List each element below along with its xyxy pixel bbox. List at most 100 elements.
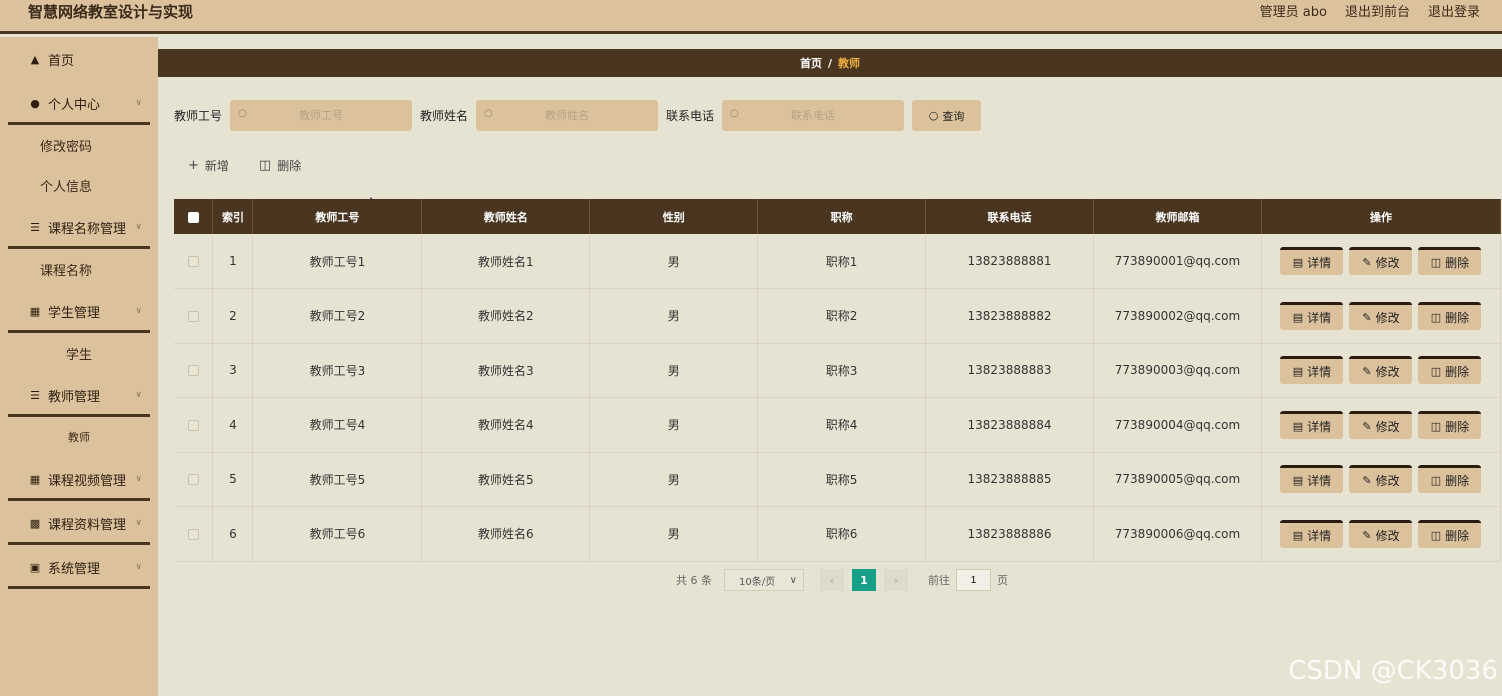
email-cell: 773890003@qq.com <box>1093 343 1262 398</box>
sidebar-item-label: 首页 <box>48 53 75 69</box>
trash-icon: ◫ <box>1430 474 1442 488</box>
sidebar-subitem-teacher[interactable]: 教师 <box>0 417 158 457</box>
sidebar-item-personal-center[interactable]: ● 个人中心 ∨ <box>0 81 158 125</box>
row-checkbox[interactable] <box>187 419 199 431</box>
row-select-cell <box>174 452 214 507</box>
home-icon: ▲ <box>30 52 40 66</box>
teacher-no-cell: 教师工号1 <box>252 234 423 289</box>
phone-cell: 13823888884 <box>925 397 1094 453</box>
detail-button-label: 详情 <box>1307 365 1332 380</box>
document-icon: ▤ <box>1292 419 1304 433</box>
pencil-icon: ✎ <box>1362 256 1372 269</box>
row-select-cell <box>174 343 214 398</box>
query-button[interactable]: ○ 查询 <box>912 100 982 131</box>
sidebar-item-teacher-mgmt[interactable]: ☰ 教师管理 ∨ <box>0 373 158 417</box>
pencil-icon: ✎ <box>1362 310 1372 324</box>
row-select-cell <box>174 397 214 453</box>
edit-button[interactable]: ✎ 修改 <box>1349 247 1413 275</box>
detail-button-label: 详情 <box>1307 256 1332 270</box>
sidebar-item-course-name-mgmt[interactable]: ☰ 课程名称管理 ∨ <box>0 205 158 249</box>
column-header: 索引 <box>212 199 254 234</box>
sidebar-subitem-personal-info[interactable]: 个人信息 <box>0 165 158 205</box>
teacher-name-field: ○ <box>476 100 659 131</box>
phone-input[interactable] <box>722 100 905 131</box>
chevron-down-icon: ∨ <box>135 562 142 572</box>
delete-button[interactable]: ◫ 删除 <box>1418 247 1482 275</box>
sidebar-item-course-video-mgmt[interactable]: ▦ 课程视频管理 ∨ <box>0 457 158 501</box>
sidebar-item-label: 学生管理 <box>48 305 101 321</box>
trash-icon: ◫ <box>1430 365 1442 379</box>
row-checkbox[interactable] <box>187 528 199 540</box>
delete-button[interactable]: ◫ 删除 <box>1418 519 1482 548</box>
row-checkbox[interactable] <box>187 474 199 486</box>
detail-button-label: 详情 <box>1307 310 1332 325</box>
detail-button[interactable]: ▤ 详情 <box>1280 301 1344 330</box>
delete-button[interactable]: ◫ 删除 <box>1418 410 1482 439</box>
detail-button[interactable]: ▤ 详情 <box>1280 356 1344 385</box>
admin-label[interactable]: 管理员 abo <box>1260 1 1327 20</box>
edit-button[interactable]: ✎ 修改 <box>1349 356 1413 385</box>
detail-button[interactable]: ▤ 详情 <box>1280 519 1344 548</box>
phone-field: ○ <box>722 100 905 131</box>
detail-button[interactable]: ▤ 详情 <box>1280 410 1344 439</box>
batch-delete-label: 删除 <box>277 159 302 173</box>
page-number-button[interactable]: 1 <box>852 569 876 591</box>
detail-button[interactable]: ▤ 详情 <box>1280 247 1344 275</box>
teacher-no-input[interactable] <box>230 100 413 131</box>
table-row: 5 教师工号5 教师姓名5 男职称5 13823888885 773890005@qq.c… <box>174 452 1502 507</box>
back-to-front-link[interactable]: 退出到前台 <box>1345 1 1410 20</box>
sidebar-item-student-mgmt[interactable]: ▦ 学生管理 ∨ <box>0 289 158 333</box>
teacher-no-cell: 教师工号6 <box>252 506 423 562</box>
delete-button[interactable]: ◫ 删除 <box>1418 301 1482 330</box>
sidebar-item-label: 课程名称管理 <box>48 221 127 237</box>
column-header: 操作 <box>1261 199 1502 234</box>
edit-button[interactable]: ✎ 修改 <box>1349 410 1413 439</box>
sidebar-subitem-course-name[interactable]: 课程名称 <box>0 249 158 289</box>
row-checkbox[interactable] <box>187 365 199 377</box>
index-cell: 3 <box>212 343 254 398</box>
teacher-name-cell: 教师姓名5 <box>421 452 591 507</box>
prev-page-button[interactable]: ‹ <box>820 569 844 591</box>
row-checkbox[interactable] <box>187 310 199 322</box>
detail-button-label: 详情 <box>1307 474 1332 489</box>
edit-button[interactable]: ✎ 修改 <box>1349 519 1413 548</box>
pencil-icon: ✎ <box>1362 365 1372 379</box>
edit-button-label: 修改 <box>1375 310 1400 325</box>
row-select-cell <box>174 234 214 289</box>
sidebar-item-home[interactable]: ▲ 首页 <box>0 37 158 81</box>
batch-delete-button[interactable]: ◫ 删除 <box>259 157 301 174</box>
page-size-value: 10条/页 <box>739 576 776 588</box>
delete-button[interactable]: ◫ 删除 <box>1418 465 1482 494</box>
sidebar-item-system-mgmt[interactable]: ▣ 系统管理 ∨ <box>0 545 158 589</box>
teacher-no-cell: 教师工号3 <box>252 343 423 398</box>
select-all-cell <box>174 199 214 234</box>
sidebar-subitem-student[interactable]: 学生 <box>0 333 158 373</box>
phone-cell: 13823888883 <box>925 343 1094 398</box>
edit-button[interactable]: ✎ 修改 <box>1349 465 1413 494</box>
detail-button[interactable]: ▤ 详情 <box>1280 465 1344 494</box>
breadcrumb-home[interactable]: 首页 <box>800 55 822 71</box>
teacher-name-cell: 教师姓名6 <box>421 506 591 562</box>
next-page-button[interactable]: › <box>884 569 908 591</box>
goto-page-input[interactable] <box>956 569 991 591</box>
title-cell: 职称4 <box>757 397 927 453</box>
sidebar-item-label: 教师管理 <box>48 389 101 405</box>
teacher-no-cell: 教师工号5 <box>252 452 423 507</box>
row-select-cell <box>174 288 214 344</box>
sidebar-subitem-change-password[interactable]: 修改密码 <box>0 125 158 165</box>
row-checkbox[interactable] <box>187 256 199 267</box>
teacher-name-cell: 教师姓名3 <box>421 343 591 398</box>
chevron-right-icon: › <box>893 573 899 587</box>
teacher-name-input[interactable] <box>476 100 659 131</box>
delete-button[interactable]: ◫ 删除 <box>1418 356 1482 385</box>
table-row: 4 教师工号4 教师姓名4 男职称4 13823888884 773890004@qq.c… <box>174 397 1502 453</box>
page-size-select[interactable]: 10条/页 ∨ <box>724 569 804 591</box>
edit-button-label: 修改 <box>1375 474 1400 489</box>
add-button[interactable]: + 新增 <box>188 157 229 174</box>
edit-button[interactable]: ✎ 修改 <box>1349 301 1413 330</box>
logout-link[interactable]: 退出登录 <box>1428 1 1480 20</box>
sidebar-item-course-material-mgmt[interactable]: ▩ 课程资料管理 ∨ <box>0 501 158 545</box>
select-all-checkbox[interactable] <box>187 211 199 223</box>
row-actions-cell: ▤ 详情 ✎ 修改 ◫ 删除 <box>1261 452 1502 507</box>
action-toolbar: + 新增 ◫ 删除 <box>188 157 331 174</box>
